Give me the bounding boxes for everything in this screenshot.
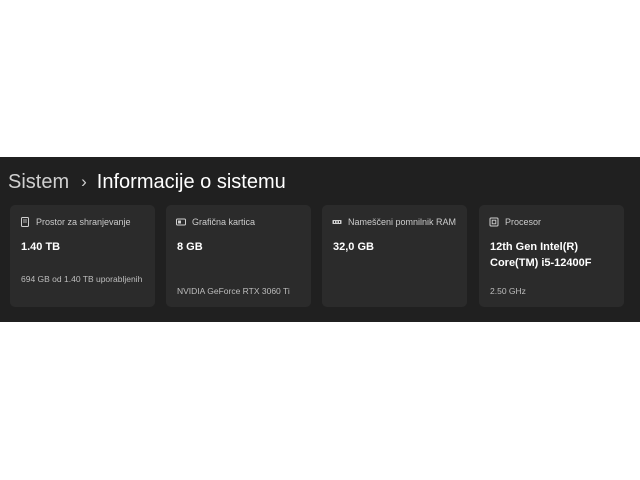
- processor-speed-text: 2.50 GHz: [490, 286, 526, 296]
- breadcrumb-parent-link[interactable]: Sistem: [8, 171, 69, 194]
- ram-card-title: Nameščeni pomnilnik RAM: [348, 217, 457, 227]
- graphics-model-text: NVIDIA GeForce RTX 3060 Ti: [177, 286, 290, 296]
- memory-icon: [332, 220, 342, 224]
- processor-card-title: Procesor: [505, 217, 542, 227]
- storage-icon: [21, 217, 29, 227]
- storage-card-title: Prostor za shranjevanje: [36, 217, 131, 227]
- graphics-card-icon: [176, 218, 186, 226]
- storage-total-value: 1.40 TB: [21, 241, 61, 253]
- system-info-panel: Sistem › Informacije o sistemu Prostor z…: [0, 157, 640, 322]
- processor-icon: [489, 217, 499, 227]
- ram-value: 32,0 GB: [333, 241, 374, 253]
- graphics-memory-value: 8 GB: [177, 241, 203, 253]
- storage-card[interactable]: Prostor za shranjevanje 1.40 TB 694 GB o…: [10, 205, 155, 307]
- ram-card[interactable]: Nameščeni pomnilnik RAM 32,0 GB: [322, 205, 467, 307]
- storage-usage-text: 694 GB od 1.40 TB uporabljenih: [21, 274, 143, 284]
- processor-model-value: 12th Gen Intel(R) Core(TM) i5-12400F: [490, 241, 592, 269]
- processor-card[interactable]: Procesor 12th Gen Intel(R) Core(TM) i5-1…: [479, 205, 624, 307]
- page-title: Informacije o sistemu: [96, 170, 286, 193]
- graphics-card[interactable]: Grafična kartica 8 GB NVIDIA GeForce RTX…: [166, 205, 311, 307]
- graphics-card-title: Grafična kartica: [192, 217, 256, 227]
- breadcrumb: Sistem › Informacije o sistemu: [8, 167, 286, 197]
- chevron-right-icon: ›: [81, 172, 87, 191]
